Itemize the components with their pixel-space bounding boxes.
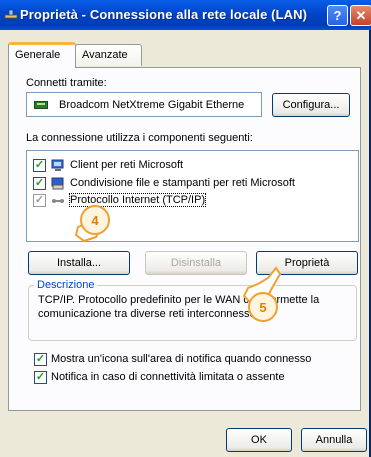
network-connection-icon bbox=[4, 9, 18, 21]
properties-dialog: Proprietà - Connessione alla rete locale… bbox=[0, 0, 371, 457]
connect-using-label: Connetti tramite: bbox=[26, 77, 107, 89]
description-legend: Descrizione bbox=[34, 279, 98, 291]
adapter-name: Broadcom NetXtreme Gigabit Etherne bbox=[59, 99, 245, 111]
configure-button[interactable]: Configura... bbox=[272, 93, 350, 117]
title-bar[interactable]: Proprietà - Connessione alla rete locale… bbox=[0, 0, 371, 30]
component-label: Client per reti Microsoft bbox=[70, 159, 184, 171]
callout-badge-4: 4 bbox=[80, 205, 110, 235]
notify-checkbox[interactable]: ✓ bbox=[34, 371, 47, 384]
tab-avanzate[interactable]: Avanzate bbox=[75, 44, 142, 66]
show-icon-checkbox[interactable]: ✓ bbox=[34, 353, 47, 366]
notify-label[interactable]: Notifica in caso di connettività limitat… bbox=[51, 371, 285, 383]
close-icon: ✕ bbox=[355, 7, 367, 23]
adapter-field: Broadcom NetXtreme Gigabit Etherne bbox=[26, 92, 262, 117]
components-label: La connessione utilizza i componenti seg… bbox=[26, 132, 253, 144]
tab-generale[interactable]: Generale bbox=[8, 42, 76, 68]
component-checkbox[interactable]: ✓ bbox=[33, 194, 46, 207]
protocol-icon bbox=[52, 199, 64, 203]
help-icon: ? bbox=[333, 8, 342, 23]
description-text: TCP/IP. Protocollo predefinito per le WA… bbox=[38, 294, 320, 320]
install-button[interactable]: Installa... bbox=[28, 251, 130, 275]
network-adapter-icon bbox=[34, 101, 48, 109]
uninstall-button: Disinstalla bbox=[145, 251, 247, 275]
cancel-button[interactable]: Annulla bbox=[301, 428, 367, 452]
file-printer-sharing-icon bbox=[51, 177, 64, 190]
close-button[interactable]: ✕ bbox=[350, 5, 371, 26]
component-checkbox[interactable]: ✓ bbox=[33, 159, 46, 172]
callout-badge-5: 5 bbox=[248, 292, 278, 322]
network-client-icon bbox=[51, 159, 64, 171]
window-title: Proprietà - Connessione alla rete locale… bbox=[20, 7, 308, 22]
ok-button[interactable]: OK bbox=[226, 428, 292, 452]
component-checkbox[interactable]: ✓ bbox=[33, 177, 46, 190]
show-icon-label[interactable]: Mostra un'icona sull'area di notifica qu… bbox=[51, 353, 311, 365]
help-button[interactable]: ? bbox=[327, 5, 348, 26]
component-label: Condivisione file e stampanti per reti M… bbox=[70, 177, 295, 189]
